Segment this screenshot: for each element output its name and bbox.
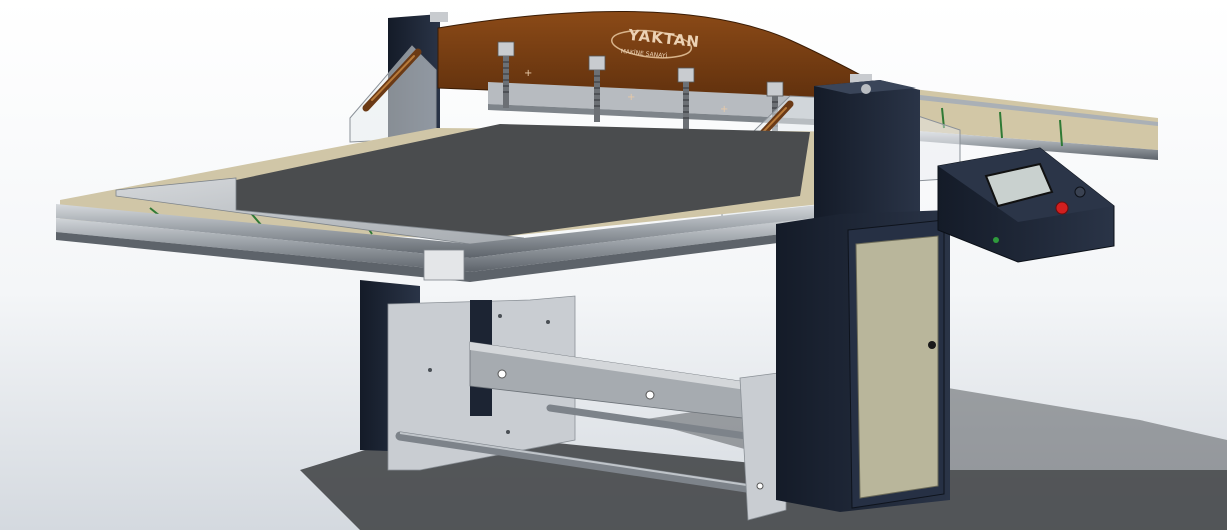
svg-text:+: + xyxy=(524,68,532,79)
cabinet-door[interactable] xyxy=(855,235,939,499)
power-indicator xyxy=(993,237,999,243)
svg-text:+: + xyxy=(720,104,728,115)
emergency-stop-button[interactable] xyxy=(1055,201,1069,215)
selector-switch[interactable] xyxy=(1074,186,1086,198)
door-handle[interactable] xyxy=(928,341,936,349)
electrical-cabinet xyxy=(776,210,950,512)
machine-render: + + + YAKTAN MAKİNE SANAYİ xyxy=(0,0,1227,530)
svg-text:+: + xyxy=(627,92,635,103)
right-tower xyxy=(814,80,920,222)
